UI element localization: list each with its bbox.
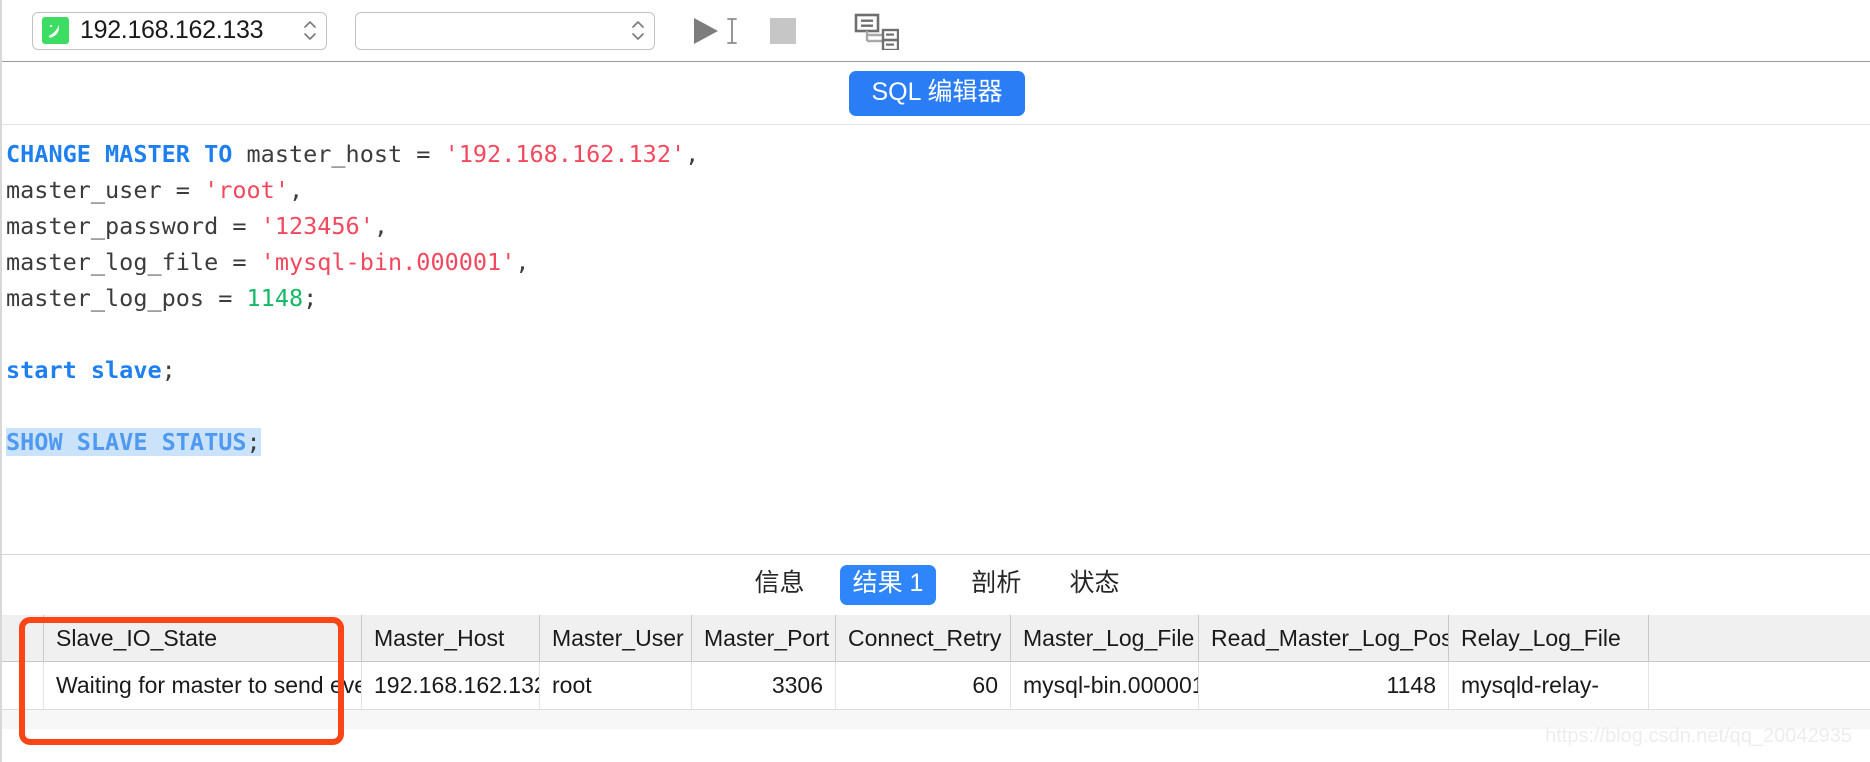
run-query-icon[interactable] bbox=[685, 10, 727, 52]
row-gutter-header bbox=[2, 615, 44, 661]
code-token: '192.168.162.132' bbox=[444, 140, 686, 168]
connection-name: 192.168.162.133 bbox=[80, 16, 264, 44]
table-cell-read_master_log_pos[interactable]: 1148 bbox=[1199, 662, 1449, 709]
results-tab-3[interactable]: 状态 bbox=[1056, 565, 1132, 605]
column-header-master_port[interactable]: Master_Port bbox=[692, 615, 836, 661]
code-token: ; bbox=[303, 284, 318, 312]
results-tab-1[interactable]: 结果 1 bbox=[839, 565, 937, 605]
sql-code-editor[interactable]: CHANGE MASTER TO master_host = '192.168.… bbox=[2, 126, 1870, 554]
column-header-master_host[interactable]: Master_Host bbox=[362, 615, 540, 661]
code-token: SHOW SLAVE STATUS bbox=[6, 428, 247, 456]
code-token: 'mysql-bin.000001' bbox=[260, 248, 516, 276]
editor-header-bar: SQL 编辑器 bbox=[2, 62, 1870, 125]
sql-client-window: 192.168.162.133 SQL 编辑器 CHANGE MASTER TO… bbox=[0, 0, 1870, 762]
table-cell-master_user[interactable]: root bbox=[540, 662, 692, 709]
code-token: 1148 bbox=[246, 284, 304, 312]
column-header-relay_log_file[interactable]: Relay_Log_File bbox=[1449, 615, 1649, 661]
mysql-dolphin-icon bbox=[42, 17, 69, 44]
table-cell-relay_log_file[interactable]: mysqld-relay- bbox=[1449, 662, 1649, 709]
results-tab-0[interactable]: 信息 bbox=[742, 565, 818, 605]
column-header-master_user[interactable]: Master_User bbox=[540, 615, 692, 661]
code-line: master_log_pos = 1148; bbox=[6, 280, 1870, 316]
table-row[interactable]: Waiting for master to send event 192.168.… bbox=[2, 662, 1870, 709]
code-token: , bbox=[373, 212, 389, 240]
code-line: master_password = '123456', bbox=[6, 208, 1870, 244]
connection-stepper[interactable] bbox=[302, 16, 318, 46]
code-line: master_user = 'root', bbox=[6, 172, 1870, 208]
database-stepper[interactable] bbox=[630, 16, 646, 46]
code-token: , bbox=[288, 176, 304, 204]
table-cell-connect_retry[interactable]: 60 bbox=[836, 662, 1011, 709]
text-cursor-icon bbox=[723, 14, 741, 48]
code-line: CHANGE MASTER TO master_host = '192.168.… bbox=[6, 136, 1870, 172]
results-tab-bar: 信息 结果 1 剖析 状态 bbox=[2, 554, 1870, 615]
sql-editor-tab-button[interactable]: SQL 编辑器 bbox=[849, 70, 1025, 116]
code-token: 'root' bbox=[204, 176, 289, 204]
code-token: master_password = bbox=[6, 212, 261, 240]
results-body: Waiting for master to send event 192.168.… bbox=[2, 662, 1870, 709]
code-line: SHOW SLAVE STATUS; bbox=[6, 424, 1870, 460]
main-toolbar: 192.168.162.133 bbox=[2, 0, 1870, 62]
code-token: ; bbox=[161, 356, 176, 384]
column-header-slave_io_state[interactable]: Slave_IO_State bbox=[44, 615, 362, 661]
table-cell-master_log_file[interactable]: mysql-bin.000001 bbox=[1011, 662, 1199, 709]
code-line: start slave; bbox=[6, 352, 1870, 388]
row-gutter-cell bbox=[2, 662, 44, 709]
column-header-connect_retry[interactable]: Connect_Retry bbox=[836, 615, 1011, 661]
code-token: , bbox=[515, 248, 530, 276]
table-cell-slave_io_state[interactable]: Waiting for master to send event bbox=[44, 662, 362, 709]
column-header-master_log_file[interactable]: Master_Log_File bbox=[1011, 615, 1199, 661]
code-token: start slave bbox=[6, 356, 162, 384]
watermark-text: https://blog.csdn.net/qq_20042935 bbox=[1545, 725, 1852, 747]
table-cell-master_port[interactable]: 3306 bbox=[692, 662, 836, 709]
stop-query-icon[interactable] bbox=[763, 11, 803, 51]
table-cell-master_host[interactable]: 192.168.162.132 bbox=[362, 662, 540, 709]
results-header-row: Slave_IO_State Master_Host Master_User Mast… bbox=[2, 615, 1870, 662]
results-tab-2[interactable]: 剖析 bbox=[958, 565, 1034, 605]
code-token: , bbox=[685, 140, 700, 168]
code-token: master_host = bbox=[232, 140, 445, 168]
code-token: CHANGE MASTER TO bbox=[6, 140, 233, 168]
database-selector[interactable] bbox=[355, 11, 655, 50]
code-line: master_log_file = 'mysql-bin.000001', bbox=[6, 244, 1870, 280]
explain-plan-icon[interactable] bbox=[847, 10, 901, 52]
column-header-read_master_log_pos[interactable]: Read_Master_Log_Pos bbox=[1199, 615, 1449, 661]
code-token: '123456' bbox=[260, 212, 374, 240]
connection-selector[interactable]: 192.168.162.133 bbox=[32, 11, 327, 50]
code-token: ; bbox=[246, 428, 261, 456]
code-token: master_log_pos = bbox=[6, 284, 247, 312]
code-token: master_log_file = bbox=[6, 248, 261, 276]
code-token: master_user = bbox=[6, 176, 205, 204]
